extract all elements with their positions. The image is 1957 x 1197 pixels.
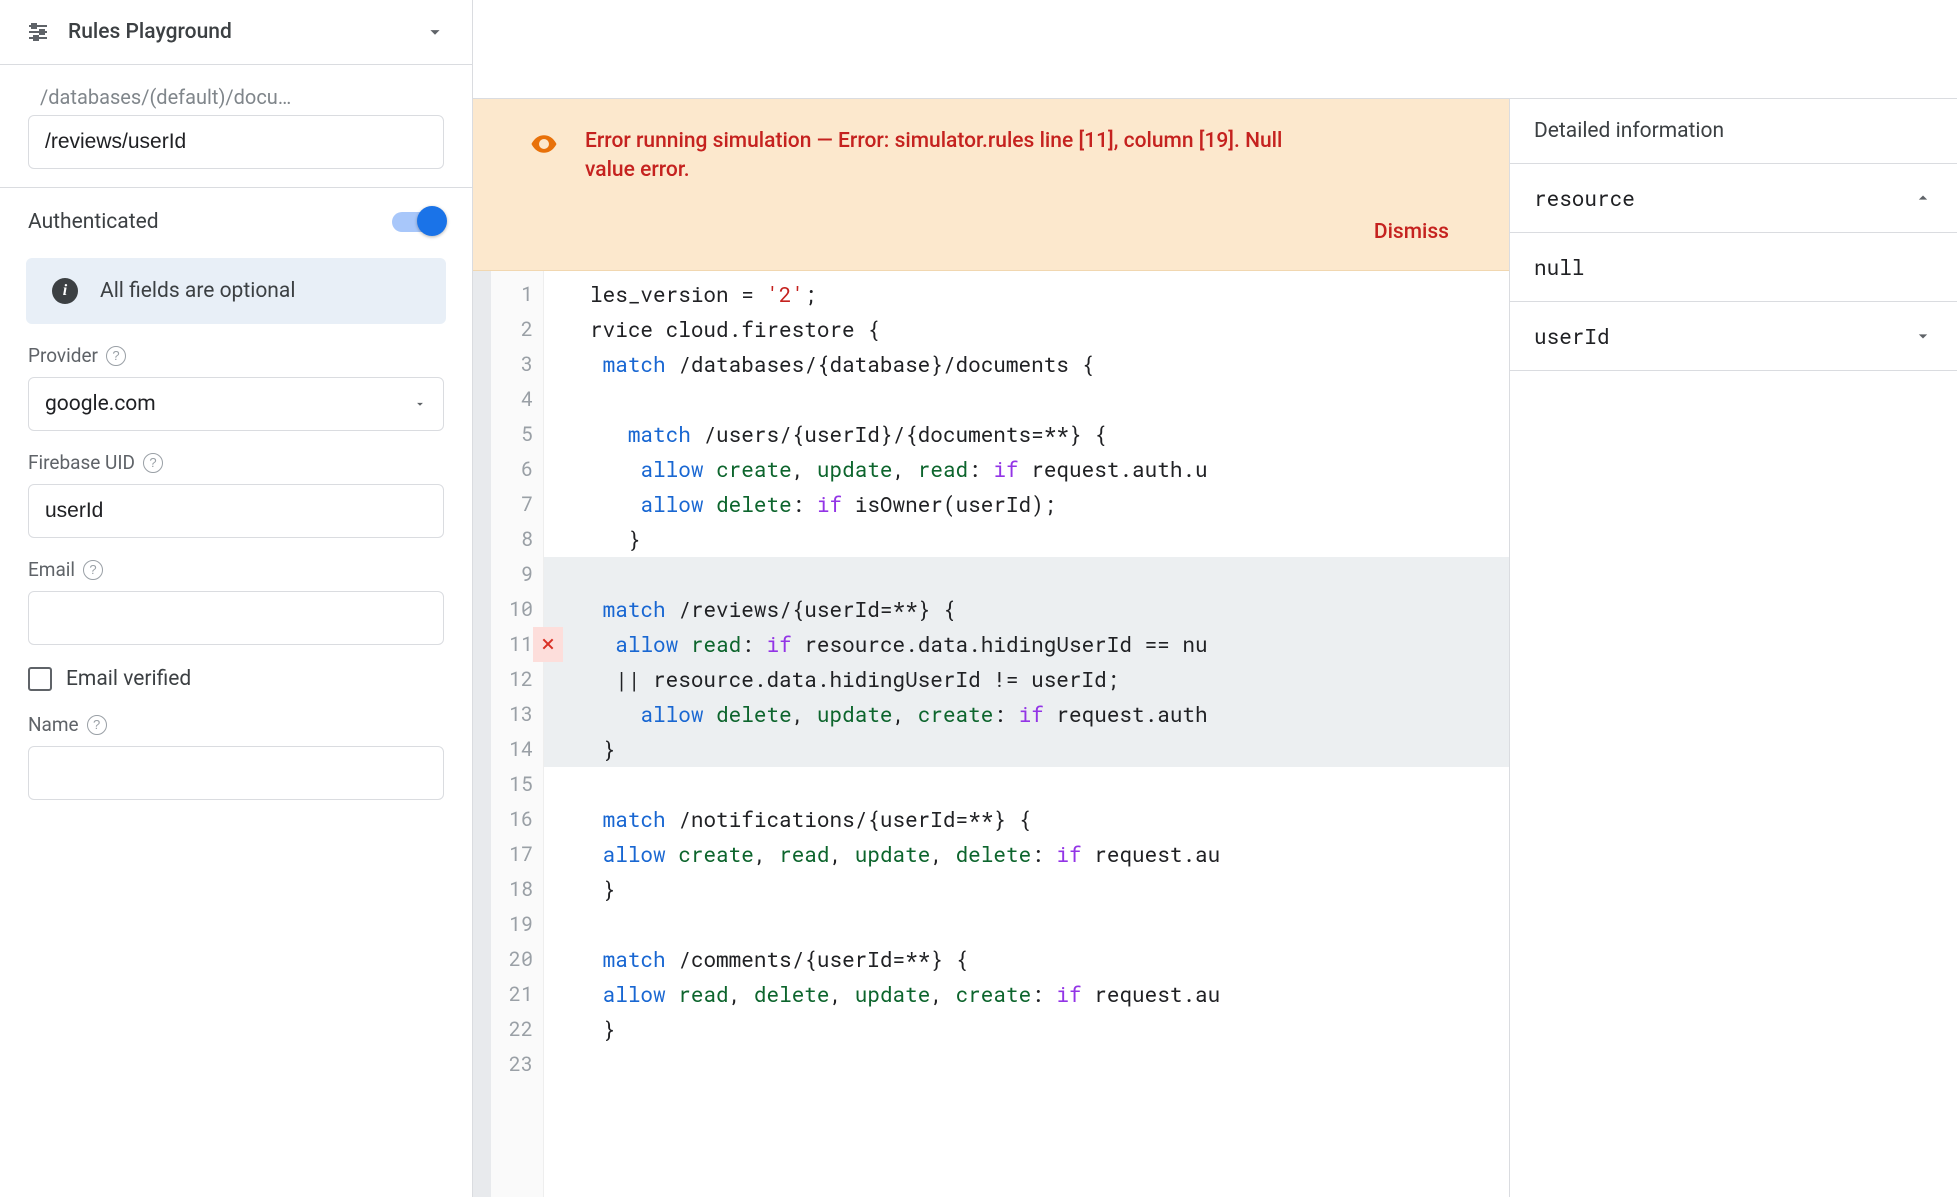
line-number: 14 [509,732,533,767]
eye-icon [529,129,559,159]
top-toolbar [473,0,1957,99]
chevron-down-icon[interactable] [424,21,446,43]
authenticated-toggle[interactable] [392,212,444,232]
chevron-down-icon [1913,326,1933,346]
code-content[interactable]: les_version = '2';rvice cloud.firestore … [544,271,1509,1197]
detail-row-resource[interactable]: resource [1510,164,1957,233]
line-number: 17 [509,837,533,872]
line-number: 1 [509,277,533,312]
code-line[interactable] [590,1047,1509,1082]
detail-key: userId [1534,322,1610,350]
code-line[interactable]: les_version = '2'; [590,277,1509,312]
line-number: 11 [509,627,533,662]
code-line[interactable]: match /users/{userId}/{documents=**} { [590,417,1509,452]
provider-label: Provider [28,344,98,367]
code-line[interactable]: } [590,732,1509,767]
line-number: 5 [509,417,533,452]
line-number: 10 [509,592,533,627]
code-line[interactable] [590,907,1509,942]
code-line[interactable]: match /databases/{database}/documents { [590,347,1509,382]
name-label: Name [28,713,79,736]
code-line[interactable]: allow create, update, read: if request.a… [590,452,1509,487]
caret-down-icon [413,397,427,411]
line-number: 23 [509,1047,533,1082]
line-number: 8 [509,522,533,557]
detail-value: null [1510,233,1957,302]
line-number: 21 [509,977,533,1012]
line-number: 3 [509,347,533,382]
sliders-icon [26,20,50,44]
code-line[interactable]: match /comments/{userId=**} { [590,942,1509,977]
code-line[interactable]: rvice cloud.firestore { [590,312,1509,347]
code-line[interactable] [590,382,1509,417]
details-title: Detailed information [1510,99,1957,164]
rules-playground-sidebar: Rules Playground /databases/(default)/do… [0,0,473,1197]
uid-label: Firebase UID [28,451,135,474]
line-number: 20 [509,942,533,977]
help-icon[interactable]: ? [83,560,103,580]
authenticated-label: Authenticated [28,210,159,234]
info-banner: i All fields are optional [26,258,446,324]
line-number: 6 [509,452,533,487]
firebase-uid-input[interactable] [28,484,444,538]
path-placeholder: /databases/(default)/docu… [28,79,444,115]
help-icon[interactable]: ? [87,715,107,735]
error-banner: Error running simulation — Error: simula… [473,99,1509,271]
info-text: All fields are optional [100,279,295,303]
code-line[interactable]: allow read: if resource.data.hidingUserI… [590,627,1509,662]
detail-row-userId[interactable]: userId [1510,302,1957,371]
email-label: Email [28,558,75,581]
line-number: 22 [509,1012,533,1047]
code-line[interactable]: allow delete: if isOwner(userId); [590,487,1509,522]
error-message: Error running simulation — Error: simula… [585,127,1285,186]
code-line[interactable]: match /notifications/{userId=**} { [590,802,1509,837]
line-number: 12 [509,662,533,697]
code-line[interactable]: } [590,522,1509,557]
code-line[interactable]: } [590,1012,1509,1047]
code-line[interactable]: match /reviews/{userId=**} { [590,592,1509,627]
provider-value: google.com [45,392,156,416]
line-number: 9 [509,557,533,592]
email-verified-checkbox[interactable] [28,667,52,691]
line-number: 16 [509,802,533,837]
chevron-up-icon [1913,188,1933,208]
rules-editor[interactable]: 1234567891011121314151617181920212223 le… [473,271,1509,1197]
line-number: 4 [509,382,533,417]
line-number: 19 [509,907,533,942]
line-number: 18 [509,872,533,907]
email-verified-label: Email verified [66,667,191,691]
detail-key: resource [1534,184,1635,212]
line-number: 7 [509,487,533,522]
sidebar-title: Rules Playground [68,20,406,44]
code-line[interactable]: allow read, delete, update, create: if r… [590,977,1509,1012]
info-icon: i [52,278,78,304]
editor-scroll-indicator[interactable] [473,271,491,1197]
sidebar-header[interactable]: Rules Playground [0,0,472,65]
line-number: 2 [509,312,533,347]
help-icon[interactable]: ? [106,346,126,366]
code-line[interactable] [590,767,1509,802]
code-line[interactable]: allow delete, update, create: if request… [590,697,1509,732]
code-line[interactable]: || resource.data.hidingUserId != userId; [590,662,1509,697]
line-gutter: 1234567891011121314151617181920212223 [491,271,544,1197]
name-input[interactable] [28,746,444,800]
help-icon[interactable]: ? [143,453,163,473]
dismiss-button[interactable]: Dismiss [1358,212,1465,252]
email-input[interactable] [28,591,444,645]
provider-select[interactable]: google.com [28,377,444,431]
code-line[interactable]: } [590,872,1509,907]
location-path-input[interactable] [28,115,444,169]
line-number: 15 [509,767,533,802]
details-panel: Detailed information resource null userId [1509,99,1957,1197]
line-number: 13 [509,697,533,732]
code-line[interactable]: allow create, read, update, delete: if r… [590,837,1509,872]
code-line[interactable] [590,557,1509,592]
